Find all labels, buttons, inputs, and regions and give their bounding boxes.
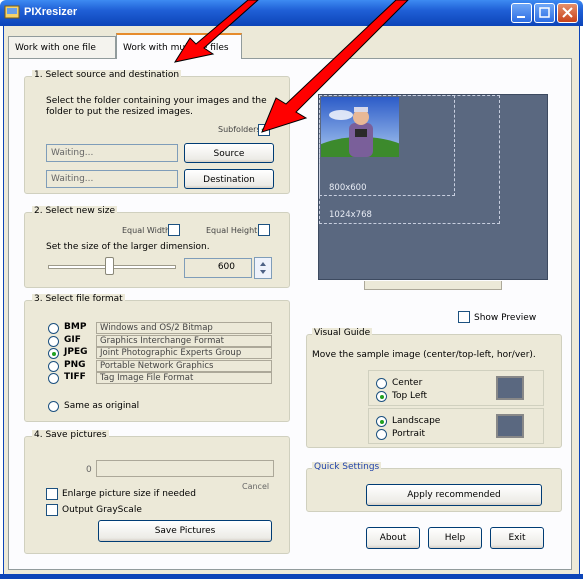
res-800x600-label: 800x600 — [329, 183, 367, 193]
save-legend: 4. Save pictures — [32, 430, 109, 440]
exit-button[interactable]: Exit — [490, 527, 544, 549]
destination-button[interactable]: Destination — [184, 169, 274, 189]
source-path-field[interactable]: Waiting... — [46, 144, 178, 162]
app-icon — [4, 5, 20, 19]
save-pictures-button[interactable]: Save Pictures — [98, 520, 272, 542]
format-description: Graphics Interchange Format — [96, 335, 272, 347]
center-label: Center — [392, 378, 423, 388]
format-description: Tag Image File Format — [96, 372, 272, 384]
landscape-label: Landscape — [392, 416, 441, 426]
monitor-position-icon — [496, 376, 524, 400]
equal-height-checkbox[interactable] — [258, 224, 270, 236]
top-left-radio[interactable] — [376, 391, 387, 402]
format-radio-png[interactable] — [48, 361, 59, 372]
maximize-icon — [539, 7, 550, 18]
source-instruction: Select the folder containing your images… — [46, 96, 267, 117]
progress-count: 0 — [86, 465, 92, 475]
portrait-label: Portrait — [392, 429, 426, 439]
tab-one-file[interactable]: Work with one file — [8, 36, 116, 58]
about-button[interactable]: About — [366, 527, 420, 549]
size-spinner[interactable] — [254, 257, 272, 279]
size-value-field[interactable]: 600 — [184, 258, 252, 278]
sample-image[interactable] — [301, 97, 421, 193]
top-left-label: Top Left — [392, 391, 427, 401]
center-radio[interactable] — [376, 378, 387, 389]
format-name: BMP — [64, 322, 87, 332]
grayscale-checkbox[interactable] — [46, 504, 58, 516]
same-as-original-radio[interactable] — [48, 401, 59, 412]
quick-settings-legend: Quick Settings — [312, 462, 382, 472]
minimize-button[interactable] — [511, 3, 532, 23]
res-1024x768-label: 1024x768 — [329, 210, 372, 220]
size-instruction: Set the size of the larger dimension. — [46, 242, 210, 252]
close-icon — [562, 7, 573, 18]
tab-multiple-files[interactable]: Work with multiple files — [116, 33, 242, 59]
maximize-button[interactable] — [534, 3, 555, 23]
spinner-arrows-icon — [260, 262, 266, 274]
visual-guide-instruction: Move the sample image (center/top-left, … — [312, 350, 536, 360]
enlarge-checkbox[interactable] — [46, 488, 58, 500]
grayscale-label: Output GrayScale — [62, 505, 142, 515]
show-preview-label: Show Preview — [474, 313, 537, 323]
cancel-label[interactable]: Cancel — [242, 482, 269, 491]
landscape-radio[interactable] — [376, 416, 387, 427]
format-radio-tiff[interactable] — [48, 373, 59, 384]
show-preview-checkbox[interactable] — [458, 311, 470, 323]
same-as-original-label: Same as original — [64, 401, 140, 411]
equal-height-label: Equal Height — [206, 226, 258, 235]
source-destination-legend: 1. Select source and destination — [32, 70, 182, 80]
help-button[interactable]: Help — [428, 527, 482, 549]
format-name: TIFF — [64, 372, 86, 382]
format-description: Joint Photographic Experts Group — [96, 347, 272, 359]
equal-width-label: Equal Width — [122, 226, 171, 235]
close-button[interactable] — [557, 3, 578, 23]
format-description: Windows and OS/2 Bitmap — [96, 322, 272, 334]
destination-path-field[interactable]: Waiting... — [46, 170, 178, 188]
format-description: Portable Network Graphics — [96, 360, 272, 372]
subfolders-checkbox[interactable] — [258, 122, 270, 136]
minimize-icon — [517, 16, 525, 18]
format-name: JPEG — [64, 347, 88, 357]
window-border — [0, 574, 583, 579]
preview-stand — [364, 281, 502, 290]
size-legend: 2. Select new size — [32, 206, 117, 216]
format-legend: 3. Select file format — [32, 294, 125, 304]
format-name: GIF — [64, 335, 81, 345]
preview-screen: 800x600 1024x768 — [301, 94, 548, 280]
source-button[interactable]: Source — [184, 143, 274, 163]
apply-recommended-button[interactable]: Apply recommended — [366, 484, 542, 506]
format-radio-jpeg[interactable] — [48, 348, 59, 359]
size-slider-thumb[interactable] — [105, 257, 114, 275]
portrait-radio[interactable] — [376, 429, 387, 440]
title-bar[interactable] — [0, 0, 583, 26]
format-name: PNG — [64, 360, 86, 370]
window-title: PIXresizer — [24, 6, 78, 18]
equal-width-checkbox[interactable] — [168, 224, 180, 236]
subfolders-label: Subfolders — [218, 125, 261, 134]
progress-bar — [96, 460, 274, 477]
monitor-orientation-icon — [496, 414, 524, 438]
enlarge-label: Enlarge picture size if needed — [62, 489, 196, 499]
format-radio-gif[interactable] — [48, 336, 59, 347]
visual-guide-legend: Visual Guide — [312, 328, 373, 338]
format-radio-bmp[interactable] — [48, 323, 59, 334]
